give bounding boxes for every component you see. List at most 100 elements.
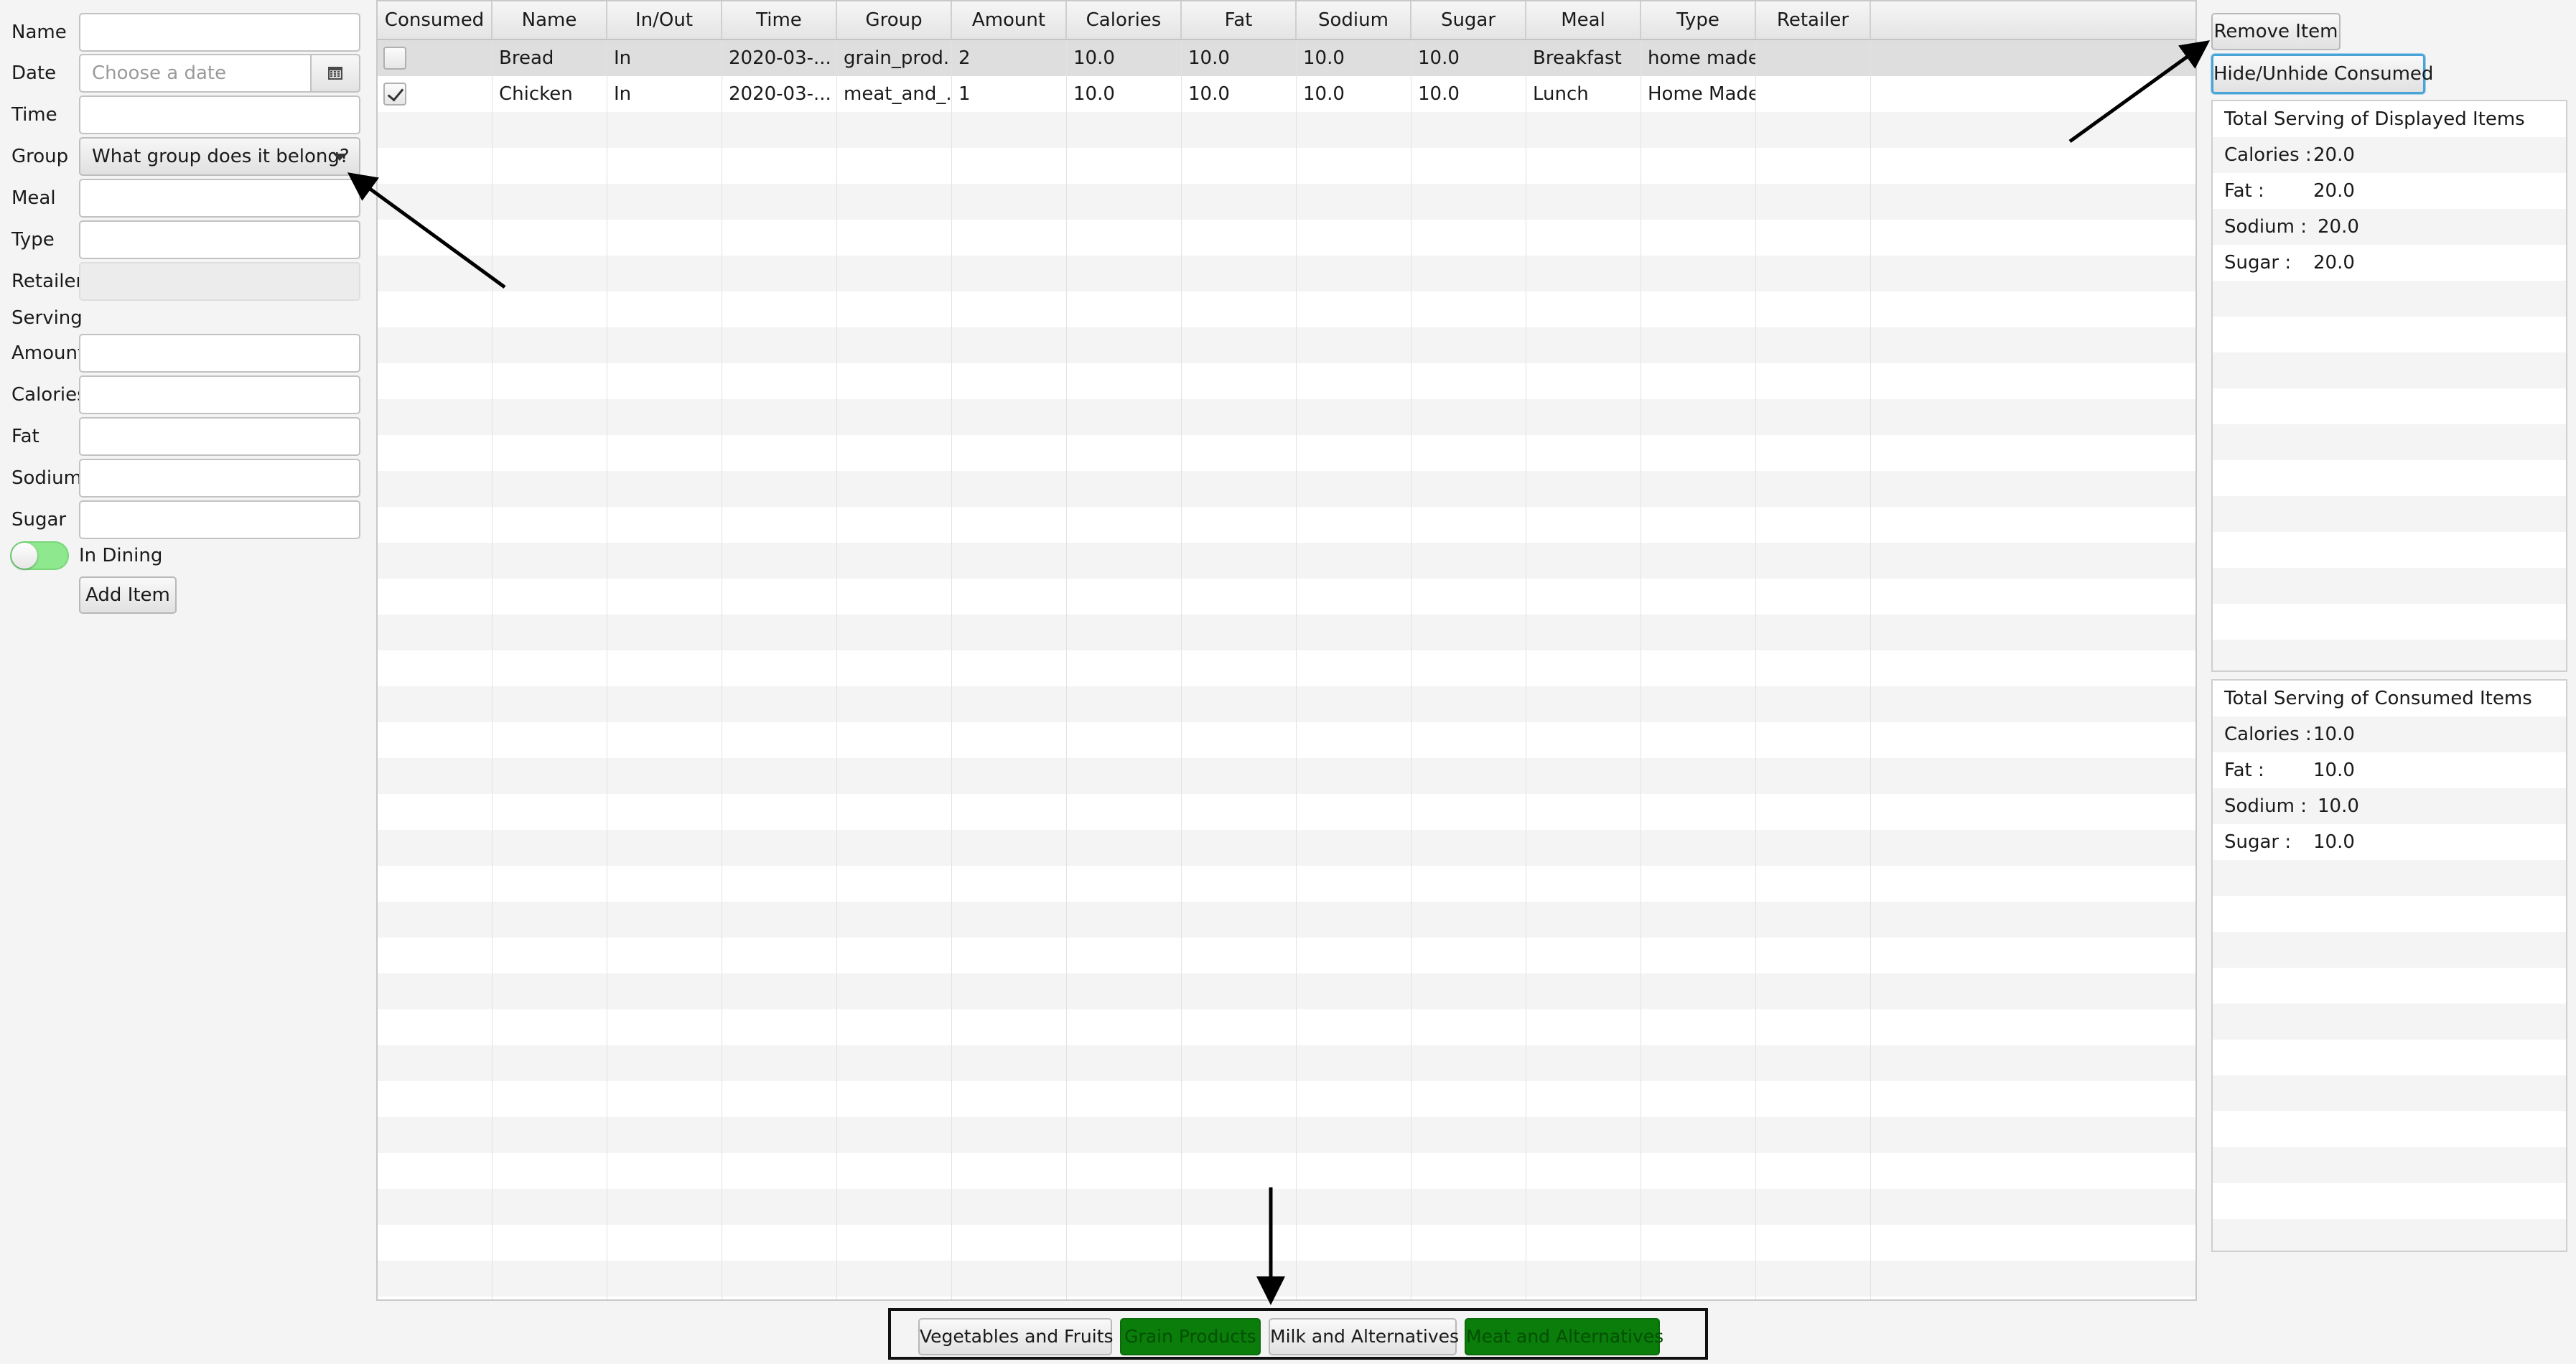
cell-consumed[interactable] [378,40,493,76]
time-input[interactable] [79,95,360,134]
hide-unhide-consumed-button[interactable]: Hide/Unhide Consumed [2211,54,2433,94]
cell-inout [607,938,722,973]
cell-meal [1526,938,1641,973]
cell-meal [1526,1261,1641,1297]
in-dining-toggle[interactable] [10,541,69,570]
cell-inout [607,543,722,579]
calories-input[interactable] [79,375,360,414]
cell-consumed [378,938,493,973]
cell-type [1641,1297,1756,1299]
filter-meat-alternatives-button[interactable]: Meat and Alternatives [1465,1318,1663,1355]
cell-consumed [378,256,493,291]
filter-milk-alternatives-button[interactable]: Milk and Alternatives [1269,1318,1459,1355]
remove-item-button[interactable]: Remove Item [2211,13,2341,50]
cell-retailer [1756,830,1871,866]
cell-calories [1067,327,1182,363]
cell-meal [1526,399,1641,435]
calories-label: Calories [11,384,87,406]
cell-consumed [378,615,493,650]
cell-retailer [1756,686,1871,722]
in-dining-label: In Dining [79,545,163,566]
cell-sodium [1297,794,1411,830]
column-header-group[interactable]: Group [837,1,952,39]
cell-type [1641,507,1756,543]
sodium-row: Sodium [0,459,370,498]
cell-calories [1067,1297,1182,1299]
group-filter-bar: Vegetables and Fruits Grain Products Mil… [888,1308,1708,1360]
column-header-name[interactable]: Name [493,1,607,39]
consumed-checkbox[interactable] [383,83,406,106]
column-header-calories[interactable]: Calories [1067,1,1182,39]
summary-empty-row [2213,932,2566,968]
table-row[interactable]: Bread In 2020-03-... grain_prod... 2 10.0 10.0… [378,40,2195,76]
cell-group [837,435,952,471]
cell-type: Home Made [1641,76,1756,112]
cell-type [1641,794,1756,830]
cell-calories [1067,938,1182,973]
filter-vegetables-fruits-button[interactable]: Vegetables and Fruits [918,1318,1114,1355]
date-picker-button[interactable] [312,54,360,93]
cell-sugar [1411,1153,1526,1189]
cell-consumed [378,507,493,543]
cell-meal [1526,327,1641,363]
summary-empty-row [2213,281,2566,317]
column-header-retailer[interactable]: Retailer [1756,1,1871,39]
cell-meal [1526,722,1641,758]
cell-retailer [1756,543,1871,579]
type-input[interactable] [79,220,360,259]
fat-input[interactable] [79,417,360,456]
cell-calories [1067,830,1182,866]
summary-row: Sodium : 10.0 [2213,788,2566,824]
cell-fat [1182,830,1297,866]
cell-amount [952,1045,1067,1081]
cell-retailer [1756,1045,1871,1081]
cell-name [493,1009,607,1045]
empty-table-row [378,327,2195,363]
empty-table-row [378,722,2195,758]
sugar-input[interactable] [79,500,360,539]
column-header-consumed[interactable]: Consumed [378,1,493,39]
summary-empty-row [2213,568,2566,604]
cell-group [837,327,952,363]
column-header-fat[interactable]: Fat [1182,1,1297,39]
column-header-time[interactable]: Time [722,1,837,39]
cell-fat [1182,1189,1297,1225]
name-input[interactable] [79,13,360,52]
sugar-key: Sugar : [2224,831,2292,853]
summary-row: Sugar : 10.0 [2213,824,2566,860]
sodium-input[interactable] [79,459,360,498]
cell-group [837,758,952,794]
cell-name [493,363,607,399]
column-header-sugar[interactable]: Sugar [1411,1,1526,39]
sodium-label: Sodium [11,467,82,489]
checkmark-icon [387,84,404,102]
cell-name [493,722,607,758]
column-header-inout[interactable]: In/Out [607,1,722,39]
cell-meal [1526,291,1641,327]
cell-fat [1182,615,1297,650]
summary-empty-row [2213,388,2566,424]
group-select[interactable]: What group does it belong? [79,137,360,176]
amount-input[interactable] [79,334,360,373]
filter-grain-products-button[interactable]: Grain Products [1120,1318,1261,1355]
column-header-meal[interactable]: Meal [1526,1,1641,39]
cell-inout [607,291,722,327]
add-item-button[interactable]: Add Item [79,576,177,614]
cell-group [837,507,952,543]
cell-meal [1526,1189,1641,1225]
cell-type [1641,291,1756,327]
column-header-sodium[interactable]: Sodium [1297,1,1411,39]
cell-meal [1526,112,1641,148]
cell-consumed[interactable] [378,76,493,112]
column-header-type[interactable]: Type [1641,1,1756,39]
meal-input[interactable] [79,179,360,218]
cell-name [493,471,607,507]
column-header-amount[interactable]: Amount [952,1,1067,39]
cell-calories [1067,256,1182,291]
calendar-icon [328,67,342,80]
cell-time [722,794,837,830]
table-row[interactable]: Chicken In 2020-03-... meat_and_... 1 10.0 10.… [378,76,2195,112]
date-input[interactable] [79,54,312,93]
consumed-checkbox[interactable] [383,47,406,70]
cell-time [722,1225,837,1261]
